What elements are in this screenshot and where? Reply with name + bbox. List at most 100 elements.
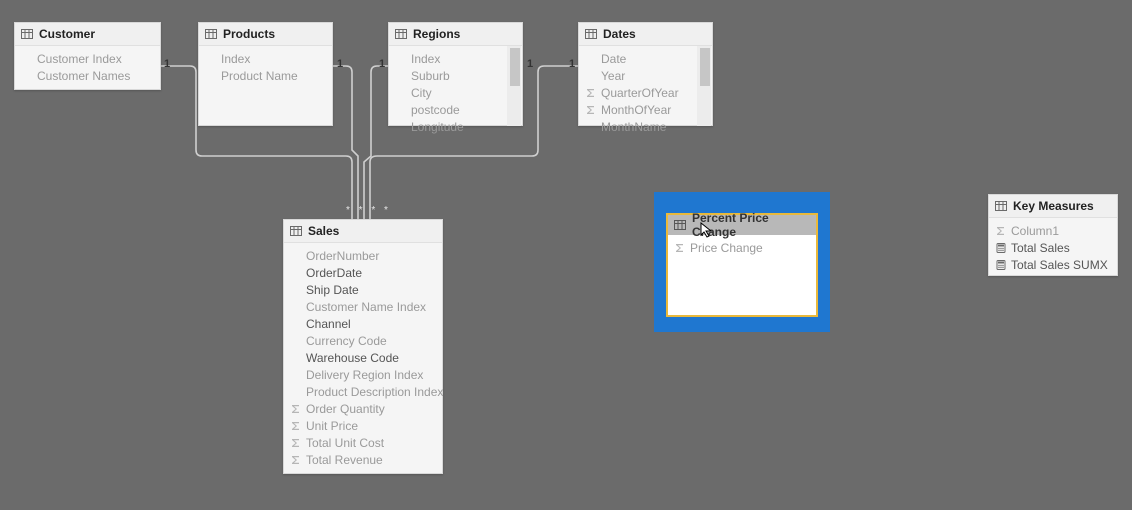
sigma-icon [290,420,302,432]
field-label: Customer Names [37,69,130,83]
table-header[interactable]: Key Measures [989,195,1117,218]
table-icon [21,28,33,40]
field-row[interactable]: Customer Index [15,50,160,67]
field-label: OrderDate [306,266,362,280]
field-list: Index Product Name [199,46,332,88]
field-row[interactable]: Index [389,50,522,67]
field-row[interactable]: Currency Code [284,332,442,349]
table-sales[interactable]: Sales OrderNumber OrderDate Ship DateCusto… [283,219,443,474]
field-label: Total Revenue [306,453,383,467]
sigma-icon [585,104,597,116]
field-label: Channel [306,317,351,331]
table-percent-price-change[interactable]: Percent Price Change Price Change [666,213,818,317]
field-row[interactable]: OrderNumber [284,247,442,264]
table-title: Customer [39,27,95,41]
table-header[interactable]: Regions [389,23,522,46]
table-customer[interactable]: Customer Customer Index Customer Names [14,22,161,90]
cardinality-one: 1 [569,58,575,70]
cardinality-one: 1 [379,58,385,70]
field-row[interactable]: Delivery Region Index [284,366,442,383]
field-label: Year [601,69,625,83]
field-label: Product Name [221,69,298,83]
table-regions[interactable]: Regions IndexSuburbCitypostcodeLongitude [388,22,523,126]
field-label: Longitude [411,120,464,134]
table-icon [674,219,686,231]
table-title: Dates [603,27,636,41]
field-row[interactable]: Channel [284,315,442,332]
calculator-icon [995,242,1007,254]
model-canvas[interactable]: Customer Customer Index Customer Names Pr… [0,0,1132,510]
field-label: Ship Date [306,283,359,297]
sigma-icon [674,242,686,254]
field-label: Index [221,52,250,66]
field-row[interactable]: Date [579,50,712,67]
table-icon [205,28,217,40]
scrollbar-thumb[interactable] [510,48,520,86]
table-title: Products [223,27,275,41]
field-label: Price Change [690,241,763,255]
field-row[interactable]: MonthOfYear [579,101,712,118]
field-row[interactable]: Customer Names [15,67,160,84]
field-row[interactable]: Year [579,67,712,84]
field-label: Customer Index [37,52,122,66]
field-label: Total Sales SUMX [1011,258,1108,272]
table-icon [585,28,597,40]
field-label: Total Unit Cost [306,436,384,450]
table-header[interactable]: Dates [579,23,712,46]
field-label: Date [601,52,626,66]
field-row[interactable]: Order Quantity [284,400,442,417]
field-row[interactable]: Price Change [668,239,816,256]
field-row[interactable]: Total Unit Cost [284,434,442,451]
field-row[interactable]: Total Sales SUMX [989,256,1117,273]
field-label: City [411,86,432,100]
field-label: Warehouse Code [306,351,399,365]
field-label: postcode [411,103,460,117]
field-row[interactable]: Column1 [989,222,1117,239]
table-title: Key Measures [1013,199,1094,213]
field-label: MonthName [601,120,666,134]
field-row[interactable]: MonthName [579,118,712,135]
field-row[interactable]: Total Revenue [284,451,442,468]
field-label: Order Quantity [306,402,385,416]
field-row[interactable]: Index [199,50,332,67]
table-icon [995,200,1007,212]
table-key-measures[interactable]: Key Measures Column1 Total Sales Total Sal… [988,194,1118,276]
field-row[interactable]: OrderDate [284,264,442,281]
field-label: Currency Code [306,334,387,348]
field-label: Delivery Region Index [306,368,423,382]
field-row[interactable]: postcode [389,101,522,118]
field-label: Product Description Index [306,385,443,399]
field-row[interactable]: Ship Date [284,281,442,298]
field-label: Total Sales [1011,241,1070,255]
calculator-icon [995,259,1007,271]
table-header[interactable]: Sales [284,220,442,243]
field-list: Date YearQuarterOfYearMonthOfYear MonthNam… [579,46,712,139]
field-row[interactable]: Product Description Index [284,383,442,400]
sigma-icon [995,225,1007,237]
field-list: Customer Index Customer Names [15,46,160,88]
field-row[interactable]: Product Name [199,67,332,84]
field-row[interactable]: Customer Name Index [284,298,442,315]
table-dates[interactable]: Dates DateYearQuarterOfYearMonthOfYearMo… [578,22,713,126]
sigma-icon [290,454,302,466]
field-row[interactable]: Total Sales [989,239,1117,256]
table-icon [290,225,302,237]
field-row[interactable]: Unit Price [284,417,442,434]
field-list: IndexSuburb City postcode Longitude [389,46,522,139]
field-row[interactable]: Longitude [389,118,522,135]
field-row[interactable]: City [389,84,522,101]
table-header[interactable]: Customer [15,23,160,46]
table-title: Percent Price Change [692,211,810,239]
table-header[interactable]: Products [199,23,332,46]
sigma-icon [290,403,302,415]
scrollbar-thumb[interactable] [700,48,710,86]
cardinality-one: 1 [164,58,170,70]
table-products[interactable]: Products Index Product Name [198,22,333,126]
field-row[interactable]: QuarterOfYear [579,84,712,101]
table-header[interactable]: Percent Price Change [668,215,816,235]
field-row[interactable]: Suburb [389,67,522,84]
cardinality-many: * * * * [346,205,391,216]
table-icon [395,28,407,40]
field-row[interactable]: Warehouse Code [284,349,442,366]
sigma-icon [290,437,302,449]
